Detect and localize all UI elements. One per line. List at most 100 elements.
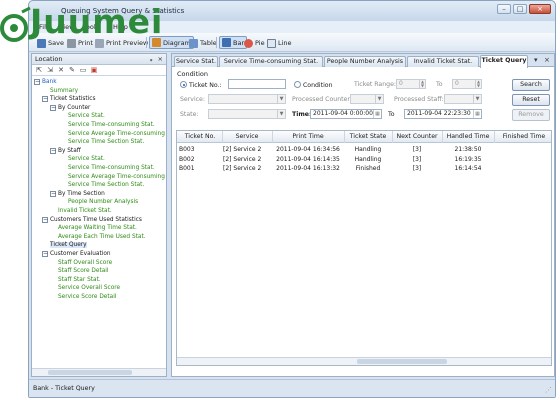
tree-expander-icon[interactable]: − xyxy=(42,216,48,223)
tree-expander-icon[interactable]: − xyxy=(42,251,48,257)
left-horizontal-scrollbar[interactable] xyxy=(32,368,166,376)
maximize-button[interactable]: □ xyxy=(513,4,527,14)
state-dropdown-icon[interactable]: ▼ xyxy=(277,110,285,118)
tree-branch-item[interactable]: − Bank xyxy=(34,78,57,86)
pie-chart-button[interactable]: Pie xyxy=(244,37,265,49)
range-to-stepper[interactable]: 0 ▲ ▼ xyxy=(452,79,482,89)
tree-leaf-item[interactable]: Service Time Section Stat. xyxy=(60,181,144,189)
delete-icon[interactable]: ✕ xyxy=(57,66,65,74)
tree-expander-icon[interactable]: − xyxy=(34,79,40,85)
collapse-icon[interactable]: ⇲ xyxy=(46,66,54,74)
search-button[interactable]: Search xyxy=(512,79,550,91)
line-chart-button[interactable]: Line xyxy=(267,37,292,49)
column-header[interactable]: Handled Time xyxy=(443,133,493,140)
tree-leaf-item[interactable]: Service Average Time-consuming xyxy=(60,173,165,181)
tree-leaf-item[interactable]: Staff Star Stat. xyxy=(50,276,101,284)
tree-leaf-item[interactable]: Service Stat. xyxy=(60,155,105,163)
range-from-spin-icon[interactable]: ▲ ▼ xyxy=(419,80,425,88)
column-separator[interactable] xyxy=(392,131,393,143)
tree-leaf-item[interactable]: People Number Analysis xyxy=(60,198,138,206)
table-row[interactable]: B002 [2] Service 2 2011-09-04 16:14:35 Hand… xyxy=(177,155,551,164)
range-from-stepper[interactable]: 0 ▲ ▼ xyxy=(396,79,426,89)
tab-people-number-analysis[interactable]: People Number Analysis xyxy=(324,56,406,67)
time-from-calendar-icon[interactable]: ▦ xyxy=(373,110,381,118)
tree-leaf-item[interactable]: Staff Score Detail xyxy=(50,267,109,275)
column-header[interactable]: Ticket No. xyxy=(179,133,221,140)
tab-service-stat[interactable]: Service Stat. xyxy=(174,56,218,67)
state-combo[interactable]: ▼ xyxy=(208,109,286,119)
tree-leaf-item[interactable]: Service Time-consuming Stat. xyxy=(60,164,155,172)
tree-expander-icon[interactable]: − xyxy=(50,147,56,154)
tree-branch-item[interactable]: − By Staff xyxy=(50,147,81,155)
folder-icon[interactable]: ▭ xyxy=(79,66,87,74)
column-separator[interactable] xyxy=(344,131,345,143)
tab-invalid-ticket-stat[interactable]: Invalid Ticket Stat. xyxy=(407,56,479,67)
tree-leaf-item[interactable]: Service Average Time-consuming xyxy=(60,130,165,138)
tree-branch-item[interactable]: − Customers Time Used Statistics xyxy=(42,216,142,224)
column-header[interactable]: Ticket State xyxy=(345,133,391,140)
column-header[interactable]: Print Time xyxy=(273,133,343,140)
column-header[interactable]: Finished Time xyxy=(495,133,553,140)
tree-leaf-item[interactable]: Service Time-consuming Stat. xyxy=(60,121,155,129)
column-separator[interactable] xyxy=(272,131,273,143)
tree-leaf-item[interactable]: Summary xyxy=(42,87,78,95)
ticket-no-input[interactable] xyxy=(228,79,286,89)
time-to-calendar-icon[interactable]: ▦ xyxy=(473,110,481,118)
tree-leaf-item[interactable]: Service Stat. xyxy=(60,112,105,120)
tree-branch-item[interactable]: − Customer Evaluation xyxy=(42,250,111,258)
tab-service-time-consuming[interactable]: Service Time-consuming Stat. xyxy=(219,56,323,67)
reset-button[interactable]: Reset xyxy=(512,94,550,106)
table-row[interactable]: B001 [2] Service 2 2011-09-04 16:13:32 Fini… xyxy=(177,164,551,173)
tree-branch-item[interactable]: Ticket Query xyxy=(42,241,87,249)
minimize-button[interactable]: – xyxy=(497,4,511,14)
tree-leaf-item[interactable]: Service Score Detail xyxy=(50,293,116,301)
expand-icon[interactable]: ⇱ xyxy=(35,66,43,74)
panel-close-icon[interactable]: × xyxy=(158,55,163,63)
bar-chart-button[interactable]: Bar xyxy=(219,36,248,49)
tree-branch-item[interactable]: − By Time Section xyxy=(50,190,105,198)
ticket-no-radio[interactable] xyxy=(180,81,187,88)
resize-grip-icon[interactable]: ⋰ xyxy=(545,386,552,394)
tab-list-dropdown-icon[interactable]: ▾ xyxy=(534,56,538,64)
service-dropdown-icon[interactable]: ▼ xyxy=(277,95,285,103)
tree-leaf-item[interactable]: Staff Overall Score xyxy=(50,259,112,267)
processed-staff-combo[interactable]: ▼ xyxy=(444,94,482,104)
range-to-spin-icon[interactable]: ▲ ▼ xyxy=(475,80,481,88)
time-to-picker[interactable]: 2011-09-04 22:23:30 ▦ xyxy=(404,109,482,119)
tree-leaf-item[interactable]: Invalid Ticket Stat. xyxy=(50,207,112,215)
processed-staff-dropdown-icon[interactable]: ▼ xyxy=(473,95,481,103)
tree-branch-item[interactable]: − Ticket Statistics xyxy=(42,95,96,103)
tab-ticket-query[interactable]: Ticket Query xyxy=(480,55,528,68)
time-from-picker[interactable]: 2011-09-04 0:00:00 ▦ xyxy=(310,109,382,119)
ticket-no-radio-group[interactable]: Ticket No.: xyxy=(180,81,222,89)
grid-horizontal-scrollbar[interactable] xyxy=(177,357,551,365)
tree-leaf-item[interactable]: Average Waiting Time Stat. xyxy=(50,224,137,232)
export-icon[interactable]: ▣ xyxy=(90,66,98,74)
tree-expander-icon[interactable]: − xyxy=(42,96,48,103)
tree-expander-icon[interactable]: − xyxy=(50,104,56,111)
processed-counter-dropdown-icon[interactable]: ▼ xyxy=(375,95,383,103)
remove-button[interactable]: Remove xyxy=(512,109,550,121)
column-header[interactable]: Next Counter xyxy=(393,133,441,140)
table-button[interactable]: Table xyxy=(189,37,217,49)
table-row[interactable]: B003 [2] Service 2 2011-09-04 16:34:56 Hand… xyxy=(177,145,551,154)
column-separator[interactable] xyxy=(222,131,223,143)
processed-counter-combo[interactable]: ▼ xyxy=(350,94,384,104)
tree-leaf-item[interactable]: Service Overall Score xyxy=(50,284,120,292)
column-separator[interactable] xyxy=(442,131,443,143)
tree-leaf-item[interactable]: Average Each Time Used Stat. xyxy=(50,233,146,241)
edit-icon[interactable]: ✎ xyxy=(68,66,76,74)
left-scroll-thumb[interactable] xyxy=(48,370,132,375)
tab-close-icon[interactable]: × xyxy=(544,56,550,64)
tree-branch-item[interactable]: − By Counter xyxy=(50,104,90,112)
condition-radio-group[interactable]: Condition xyxy=(294,81,333,89)
tree-leaf-item[interactable]: Service Time Section Stat. xyxy=(60,138,144,146)
grid-scroll-thumb[interactable] xyxy=(357,359,447,364)
column-header[interactable]: Service xyxy=(223,133,271,140)
service-combo[interactable]: ▼ xyxy=(208,94,286,104)
pin-icon[interactable]: ᵩ xyxy=(150,55,153,63)
condition-radio[interactable] xyxy=(294,81,301,88)
tree-expander-icon[interactable]: − xyxy=(50,190,56,197)
column-separator[interactable] xyxy=(494,131,495,143)
close-button[interactable]: × xyxy=(529,4,551,14)
